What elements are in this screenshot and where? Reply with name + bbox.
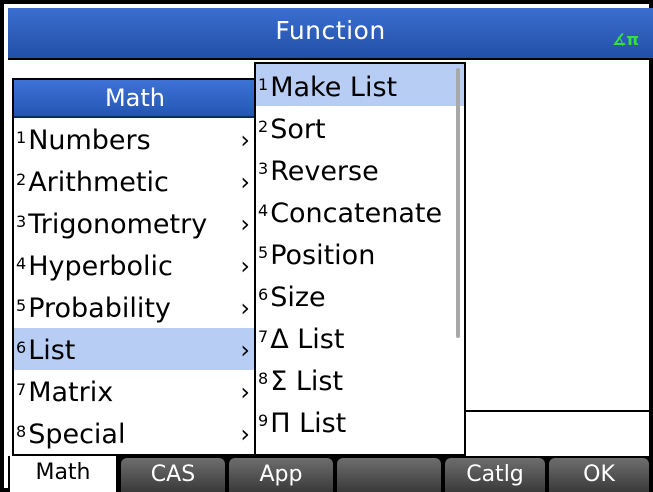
list-menu-item-size[interactable]: 6Size bbox=[256, 274, 464, 316]
list-menu-item-position[interactable]: 5Position bbox=[256, 232, 464, 274]
math-menu-header: Math bbox=[14, 80, 256, 118]
softkey-bar: Math CAS App Catlg OK bbox=[8, 456, 653, 492]
softkey-blank[interactable] bbox=[337, 458, 441, 492]
item-label: Arithmetic bbox=[28, 167, 169, 198]
item-number: 8 bbox=[258, 369, 269, 388]
softkey-app[interactable]: App bbox=[229, 458, 333, 492]
item-number: 1 bbox=[16, 128, 27, 147]
item-number: 2 bbox=[16, 170, 27, 189]
softkey-cas[interactable]: CAS bbox=[121, 458, 225, 492]
item-number: 1 bbox=[258, 75, 269, 94]
math-menu-item-probability[interactable]: 5Probability › bbox=[14, 286, 256, 328]
math-menu-item-list[interactable]: 6List › bbox=[14, 328, 256, 370]
item-number: 9 bbox=[258, 411, 269, 430]
item-label: Hyperbolic bbox=[28, 251, 173, 282]
chevron-right-icon: › bbox=[240, 294, 250, 322]
item-number: 7 bbox=[258, 327, 269, 346]
item-label: Reverse bbox=[270, 156, 379, 187]
math-menu-item-hyperbolic[interactable]: 4Hyperbolic › bbox=[14, 244, 256, 286]
item-number: 6 bbox=[16, 338, 27, 357]
item-label: Π List bbox=[270, 408, 347, 439]
math-menu-item-numbers[interactable]: 1Numbers › bbox=[14, 118, 256, 160]
angle-mode-icon: ∡π bbox=[612, 30, 639, 49]
list-menu-item-sigma-list[interactable]: 8Σ List bbox=[256, 358, 464, 400]
item-label: List bbox=[28, 335, 76, 366]
item-label: Position bbox=[270, 240, 376, 271]
chevron-right-icon: › bbox=[240, 210, 250, 238]
calculator-screen: Function ∡π Math 1Numbers › 2Arithmetic … bbox=[0, 0, 653, 492]
list-menu-item-concatenate[interactable]: 4Concatenate bbox=[256, 190, 464, 232]
item-number: 5 bbox=[16, 296, 27, 315]
item-label: Σ List bbox=[270, 366, 344, 397]
item-number: 7 bbox=[16, 380, 27, 399]
math-menu-item-matrix[interactable]: 7Matrix › bbox=[14, 370, 256, 412]
item-label: Sort bbox=[270, 114, 326, 145]
item-label: Probability bbox=[28, 293, 171, 324]
math-menu-item-trigonometry[interactable]: 3Trigonometry › bbox=[14, 202, 256, 244]
chevron-right-icon: › bbox=[240, 336, 250, 364]
item-label: Make List bbox=[270, 72, 398, 103]
list-menu-item-reverse[interactable]: 3Reverse bbox=[256, 148, 464, 190]
item-label: Matrix bbox=[28, 377, 114, 408]
history-divider bbox=[466, 410, 653, 412]
item-label: Δ List bbox=[270, 324, 345, 355]
list-menu-item-delta-list[interactable]: 7Δ List bbox=[256, 316, 464, 358]
softkey-ok[interactable]: OK bbox=[549, 458, 649, 492]
list-menu-item-sort[interactable]: 2Sort bbox=[256, 106, 464, 148]
math-menu-item-special[interactable]: 8Special › bbox=[14, 412, 256, 454]
item-label: Numbers bbox=[28, 125, 151, 156]
item-number: 4 bbox=[258, 201, 269, 220]
chevron-right-icon: › bbox=[240, 126, 250, 154]
title-bar: Function ∡π bbox=[8, 8, 653, 60]
item-label: Trigonometry bbox=[28, 209, 208, 240]
list-scrollbar[interactable] bbox=[456, 68, 460, 338]
math-menu-item-arithmetic[interactable]: 2Arithmetic › bbox=[14, 160, 256, 202]
list-menu-item-pi-list[interactable]: 9Π List bbox=[256, 400, 464, 442]
item-label: Size bbox=[270, 282, 326, 313]
chevron-right-icon: › bbox=[240, 420, 250, 448]
item-number: 6 bbox=[258, 285, 269, 304]
item-label: Concatenate bbox=[270, 198, 443, 229]
list-submenu: 1Make List 2Sort 3Reverse 4Concatenate 5… bbox=[254, 62, 466, 456]
list-menu-item-make-list[interactable]: 1Make List bbox=[256, 64, 464, 106]
softkey-catlg[interactable]: Catlg bbox=[445, 458, 545, 492]
softkey-math[interactable]: Math bbox=[10, 456, 116, 492]
chevron-right-icon: › bbox=[240, 378, 250, 406]
chevron-right-icon: › bbox=[240, 252, 250, 280]
math-menu: Math 1Numbers › 2Arithmetic › 3Trigonome… bbox=[12, 78, 258, 456]
item-number: 3 bbox=[258, 159, 269, 178]
item-number: 5 bbox=[258, 243, 269, 262]
item-number: 4 bbox=[16, 254, 27, 273]
item-number: 2 bbox=[258, 117, 269, 136]
item-number: 8 bbox=[16, 422, 27, 441]
chevron-right-icon: › bbox=[240, 168, 250, 196]
app-title: Function bbox=[275, 16, 386, 45]
item-label: Special bbox=[28, 419, 126, 450]
item-number: 3 bbox=[16, 212, 27, 231]
